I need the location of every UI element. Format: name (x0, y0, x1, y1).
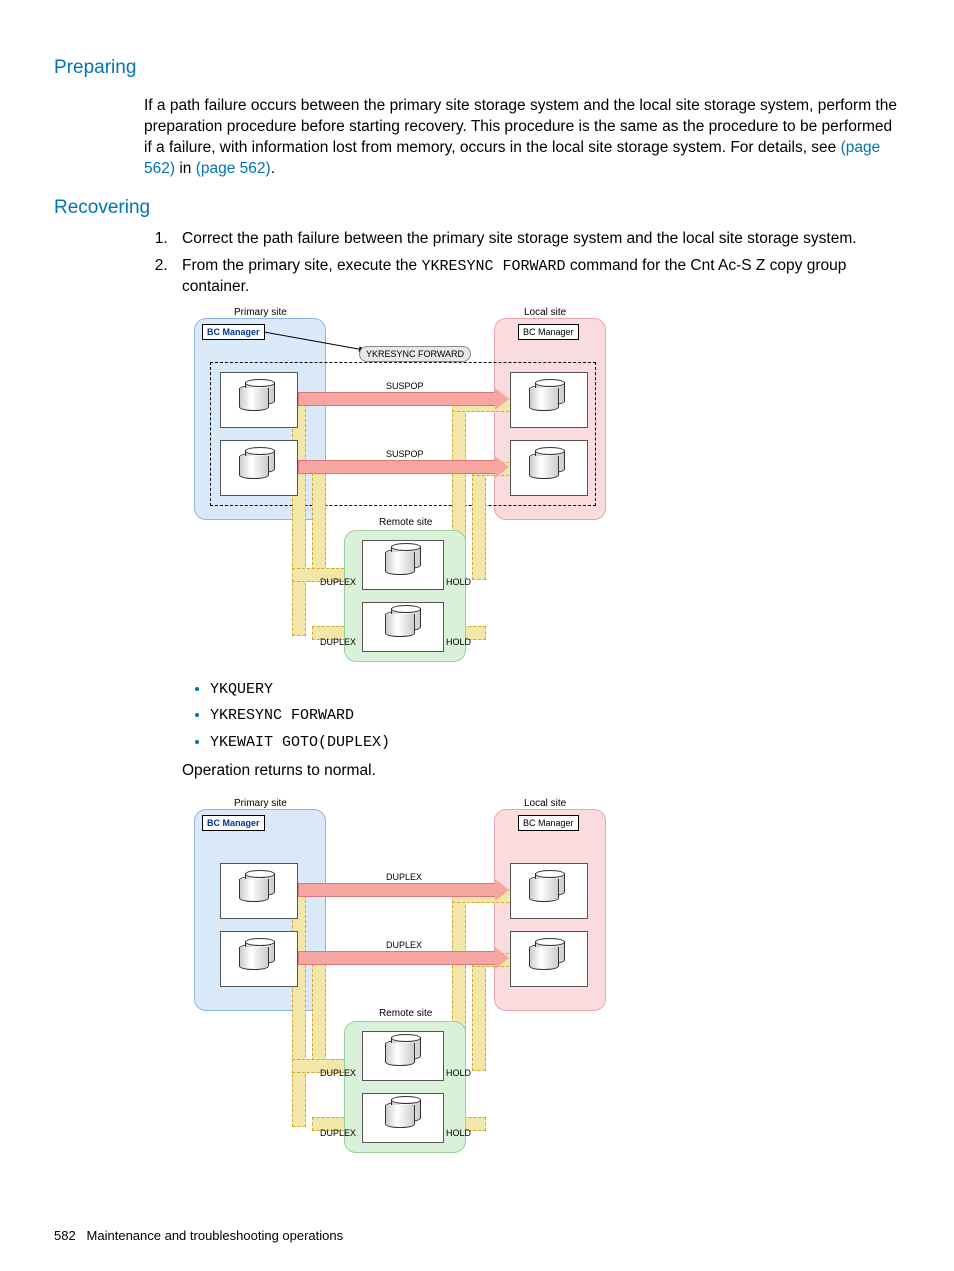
disk-icon (385, 1040, 419, 1074)
storage-local-1 (510, 863, 588, 919)
label-duplex-1: DUPLEX (320, 1067, 356, 1079)
storage-primary-1 (220, 863, 298, 919)
operation-returns-text: Operation returns to normal. (182, 761, 900, 782)
diagram-2: Primary site Local site BC Manager BC Ma… (184, 797, 614, 1157)
storage-primary-2 (220, 931, 298, 987)
text: . (271, 160, 275, 177)
disk-icon (385, 1102, 419, 1136)
label-duplex-2: DUPLEX (320, 1127, 356, 1139)
label-hold-2: HOLD (446, 1127, 471, 1139)
bcm-local: BC Manager (518, 815, 579, 831)
bcm-primary: BC Manager (202, 324, 265, 340)
text: From the primary site, execute the (182, 257, 421, 274)
yellow-path-v1 (292, 404, 306, 636)
disk-icon (385, 611, 419, 645)
cmd-text: YKEWAIT GOTO(DUPLEX) (210, 734, 390, 751)
label-duplex-1: DUPLEX (320, 576, 356, 588)
arrow-duplex-2 (298, 951, 496, 965)
disk-icon (239, 876, 273, 910)
arrow-duplex-1 (298, 883, 496, 897)
heading-recovering: Recovering (54, 195, 900, 221)
storage-remote-1 (362, 540, 444, 590)
storage-remote-2 (362, 602, 444, 652)
step-1: Correct the path failure between the pri… (172, 229, 900, 250)
storage-local-2 (510, 931, 588, 987)
cmd-item: YKQUERY (210, 678, 900, 700)
arrow-suspop-1 (298, 392, 496, 406)
yellow-path-v1 (292, 895, 306, 1127)
step-2: From the primary site, execute the YKRES… (172, 256, 900, 298)
storage-remote-1 (362, 1031, 444, 1081)
bcm-arrow (264, 328, 374, 356)
storage-primary-2 (220, 440, 298, 496)
disk-icon (529, 876, 563, 910)
cmd-item: YKEWAIT GOTO(DUPLEX) (210, 731, 900, 753)
diagram-1: Primary site Local site BC Manager BC Ma… (184, 306, 614, 666)
label-remote-site: Remote site (379, 1007, 432, 1021)
label-hold-2: HOLD (446, 636, 471, 648)
cmd-text: YKQUERY (210, 681, 273, 698)
disk-icon (239, 453, 273, 487)
cmd-ykresync: YKRESYNC FORWARD (359, 346, 471, 362)
label-duplex-2: DUPLEX (320, 636, 356, 648)
page-footer: 582 Maintenance and troubleshooting oper… (54, 1227, 343, 1245)
arrow-suspop-2 (298, 460, 496, 474)
yellow-path-v4 (472, 959, 486, 1071)
bcm-primary: BC Manager (202, 815, 265, 831)
steps-list: Correct the path failure between the pri… (144, 229, 900, 298)
disk-icon (239, 944, 273, 978)
label-hold-1: HOLD (446, 576, 471, 588)
yellow-path-v2 (312, 959, 326, 1071)
disk-icon (529, 944, 563, 978)
cmd-item: YKRESYNC FORWARD (210, 704, 900, 726)
storage-local-1 (510, 372, 588, 428)
para-preparing: If a path failure occurs between the pri… (144, 96, 900, 180)
label-hold-1: HOLD (446, 1067, 471, 1079)
disk-icon (529, 385, 563, 419)
heading-preparing: Preparing (54, 55, 900, 81)
command-list: YKQUERY YKRESYNC FORWARD YKEWAIT GOTO(DU… (182, 678, 900, 753)
text: in (175, 160, 196, 177)
yellow-path-v2 (312, 468, 326, 580)
label-suspop-1: SUSPOP (386, 380, 424, 392)
link-page-562-b[interactable]: (page 562) (196, 160, 271, 177)
cmd-inline: YKRESYNC FORWARD (421, 258, 565, 275)
footer-title: Maintenance and troubleshooting operatio… (87, 1228, 344, 1243)
bcm-local: BC Manager (518, 324, 579, 340)
label-remote-site: Remote site (379, 516, 432, 530)
storage-primary-1 (220, 372, 298, 428)
page-number: 582 (54, 1228, 76, 1243)
label-suspop-2: SUSPOP (386, 448, 424, 460)
text: If a path failure occurs between the pri… (144, 97, 897, 156)
disk-icon (239, 385, 273, 419)
disk-icon (385, 549, 419, 583)
disk-icon (529, 453, 563, 487)
storage-local-2 (510, 440, 588, 496)
storage-remote-2 (362, 1093, 444, 1143)
label-duplex-arrow-1: DUPLEX (386, 871, 422, 883)
yellow-path-v4 (472, 468, 486, 580)
cmd-text: YKRESYNC FORWARD (210, 707, 354, 724)
label-duplex-arrow-2: DUPLEX (386, 939, 422, 951)
